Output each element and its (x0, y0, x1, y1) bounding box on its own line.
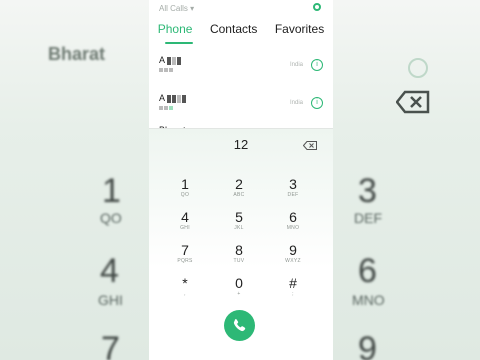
bg-letters-6: MNO (352, 292, 385, 308)
dialpad-key-4[interactable]: 4 GHI (165, 209, 205, 239)
bg-info-icon (408, 58, 428, 78)
key-letters: QO (180, 192, 190, 198)
call-button[interactable] (224, 310, 255, 341)
contact-location: India (290, 100, 304, 106)
key-letters: ABC (233, 192, 245, 198)
key-digit: 1 (181, 176, 189, 192)
bg-digit-3: 3 (358, 172, 377, 210)
key-digit: 5 (235, 209, 243, 225)
key-digit: * (182, 275, 188, 291)
bg-digit-6: 6 (358, 252, 377, 290)
dialpad-key-2[interactable]: 2 ABC (219, 176, 259, 206)
key-letters: JKL (234, 225, 244, 231)
key-digit: 0 (235, 275, 243, 291)
tab-contacts[interactable]: Contacts (210, 22, 257, 40)
dialpad-key-5[interactable]: 5 JKL (219, 209, 259, 239)
dialpad-key-3[interactable]: 3 DEF (273, 176, 313, 206)
active-tab-indicator (165, 42, 193, 44)
contact-location: India (290, 62, 304, 68)
bg-digit-7: 7 (101, 330, 120, 360)
dialpad-key-9[interactable]: 9 WXYZ (273, 242, 313, 272)
call-filter-label: All Calls (159, 4, 188, 13)
dialpad-key-1[interactable]: 1 QO (165, 176, 205, 206)
bg-backspace-icon (396, 90, 430, 114)
dialpad-key-6[interactable]: 6 MNO (273, 209, 313, 239)
key-digit: 9 (289, 242, 297, 258)
dialpad-key-7[interactable]: 7 PQRS (165, 242, 205, 272)
dialpad-key-star[interactable]: *, (165, 275, 205, 305)
info-icon[interactable]: i (311, 59, 323, 71)
background-right-panel: 3 DEF 6 MNO 9 (332, 0, 480, 360)
key-digit: 6 (289, 209, 297, 225)
bg-letters-1: QO (100, 210, 122, 226)
background-left-panel: Bharat 1 QO 4 GHI 7 (0, 0, 150, 360)
key-letters: MNO (286, 225, 300, 231)
key-letters: PQRS (177, 258, 193, 264)
contact-name: A (159, 55, 182, 65)
key-letters: TUV (233, 258, 245, 264)
key-digit: 8 (235, 242, 243, 258)
navigation-bar (149, 355, 333, 360)
key-letters: WXYZ (285, 258, 301, 264)
call-filter-dropdown[interactable]: All Calls ▾ (159, 4, 194, 13)
key-digit: 2 (235, 176, 243, 192)
tab-bar: Phone Contacts Favorites (149, 22, 333, 40)
dialpad-key-8[interactable]: 8 TUV (219, 242, 259, 272)
backspace-icon[interactable] (303, 141, 317, 150)
key-letters: ; (292, 291, 294, 297)
info-icon[interactable]: i (311, 97, 323, 109)
key-letters: , (184, 291, 186, 297)
phone-screen: All Calls ▾ Phone Contacts Favorites A I… (149, 0, 333, 360)
tab-favorites[interactable]: Favorites (275, 22, 324, 40)
contact-name: A (159, 93, 187, 103)
dialpad-panel: 1 2 1 QO 2 ABC 3 DEF 4 GHI 5 JKL 6 MNO 7 PQRS 8 TUV 9 WXYZ… (149, 128, 333, 360)
key-digit: 4 (181, 209, 189, 225)
phone-icon (233, 319, 246, 332)
bg-contact-name: Bharat (48, 44, 106, 64)
settings-icon[interactable] (313, 3, 321, 11)
tab-phone[interactable]: Phone (158, 22, 193, 40)
contact-number (159, 106, 174, 112)
dialpad-key-0[interactable]: 0 + (219, 275, 259, 305)
key-letters: DEF (287, 192, 299, 198)
key-digit: # (289, 275, 297, 291)
bg-digit-1: 1 (102, 172, 121, 210)
contact-number (159, 68, 174, 74)
key-digit: 3 (289, 176, 297, 192)
bg-letters-4: GHI (98, 292, 123, 308)
list-item[interactable]: A India i (149, 50, 333, 90)
key-letters: + (237, 291, 241, 297)
key-letters: GHI (180, 225, 190, 231)
key-digit: 7 (181, 242, 189, 258)
bg-digit-4: 4 (100, 252, 119, 290)
dialpad-key-hash[interactable]: #; (273, 275, 313, 305)
bg-digit-9: 9 (358, 330, 377, 360)
bg-letters-3: DEF (354, 210, 382, 226)
